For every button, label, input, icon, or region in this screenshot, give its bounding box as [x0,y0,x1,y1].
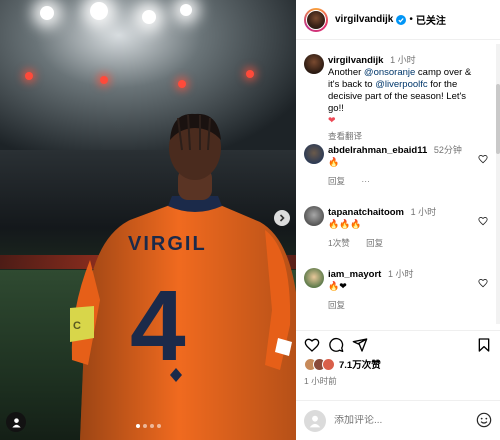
comment-username[interactable]: abdelrahman_ebaid11 [328,145,427,156]
heart-icon[interactable] [478,154,488,164]
stadium-red-light [25,72,33,80]
stadium-red-light [100,76,108,84]
follow-separator: • [409,14,413,25]
caption-username[interactable]: virgilvandijk [328,55,383,66]
comment-icon[interactable] [328,337,344,353]
carousel-dot [150,424,154,428]
verified-badge-icon [396,14,407,25]
user-tag-icon [11,417,21,428]
carousel-dot [143,424,147,428]
mention-link[interactable]: @onsoranje [364,67,415,78]
following-button[interactable]: 已关注 [416,12,446,27]
reply-button[interactable]: 回复 [328,300,345,310]
likes-count[interactable]: 7.1万次赞 [339,357,381,371]
floodlight [40,6,54,20]
captain-band-text: C [73,320,81,332]
post-side-panel: virgilvandijk • 已关注 virgilvandijk 1 小时 A… [296,0,500,440]
more-options-button[interactable]: ··· [361,176,370,186]
chevron-right-icon [279,214,285,222]
heart-icon[interactable] [478,216,488,226]
heart-icon[interactable] [478,278,488,288]
user-icon [309,415,321,427]
posted-time: 1 小时前 [304,376,337,386]
comment-time: 52分钟 [433,145,462,155]
commenter-avatar[interactable] [304,206,324,226]
author-avatar[interactable] [304,54,324,74]
comment-text: 🔥❤ [328,282,347,292]
reply-button[interactable]: 回复 [366,238,383,248]
add-comment-input[interactable] [334,415,464,426]
commenter-avatar[interactable] [304,144,324,164]
stadium-red-light [246,70,254,78]
player-photo: C VIRGIL 4 [70,113,296,440]
carousel-dot [136,424,140,428]
comment-likes[interactable]: 1次赞 [328,238,350,248]
comments-scrollbar[interactable] [496,44,500,324]
comment-text: 🔥 [328,158,340,168]
share-icon[interactable] [352,337,368,353]
comment-username[interactable]: iam_mayort [328,269,381,280]
comment-text: 🔥🔥🔥 [328,220,362,230]
jersey-number: 4 [130,270,186,382]
comment-time: 1 小时 [387,269,414,279]
add-comment-bar [296,400,500,440]
caption-text: Another @onsoranje camp over & it's back… [328,67,472,126]
carousel-indicator [136,424,161,428]
floodlight [180,4,192,16]
comment-time: 1 小时 [410,207,437,217]
floodlight [90,2,108,20]
stadium-red-light [178,80,186,88]
heart-emoji: ❤ [328,116,336,126]
next-image-button[interactable] [274,210,290,226]
reply-button[interactable]: 回复 [328,176,345,186]
emoji-icon[interactable] [476,412,492,428]
floodlight [142,10,156,24]
caption-time: 1 小时 [390,55,416,65]
jersey-name: VIRGIL [128,233,207,255]
commenter-avatar[interactable] [304,268,324,288]
user-tag-button[interactable] [6,412,26,432]
comment-username[interactable]: tapanatchaitoom [328,207,404,218]
action-bar [296,330,500,352]
see-translation-link[interactable]: 查看翻译 [328,131,362,141]
author-username[interactable]: virgilvandijk [335,14,393,25]
mention-link[interactable]: @liverpoolfc [375,79,427,90]
author-avatar[interactable] [304,7,328,32]
current-user-avatar [304,409,326,432]
comments-list[interactable]: virgilvandijk 1 小时 Another @onsoranje ca… [296,44,496,324]
likes-summary[interactable]: 7.1万次赞 [304,356,381,372]
bookmark-icon[interactable] [476,337,492,353]
carousel-dot [157,424,161,428]
liker-avatar [322,357,335,371]
heart-icon[interactable] [304,337,320,353]
post-media: C VIRGIL 4 [0,0,296,440]
post-header: virgilvandijk • 已关注 [296,0,500,40]
